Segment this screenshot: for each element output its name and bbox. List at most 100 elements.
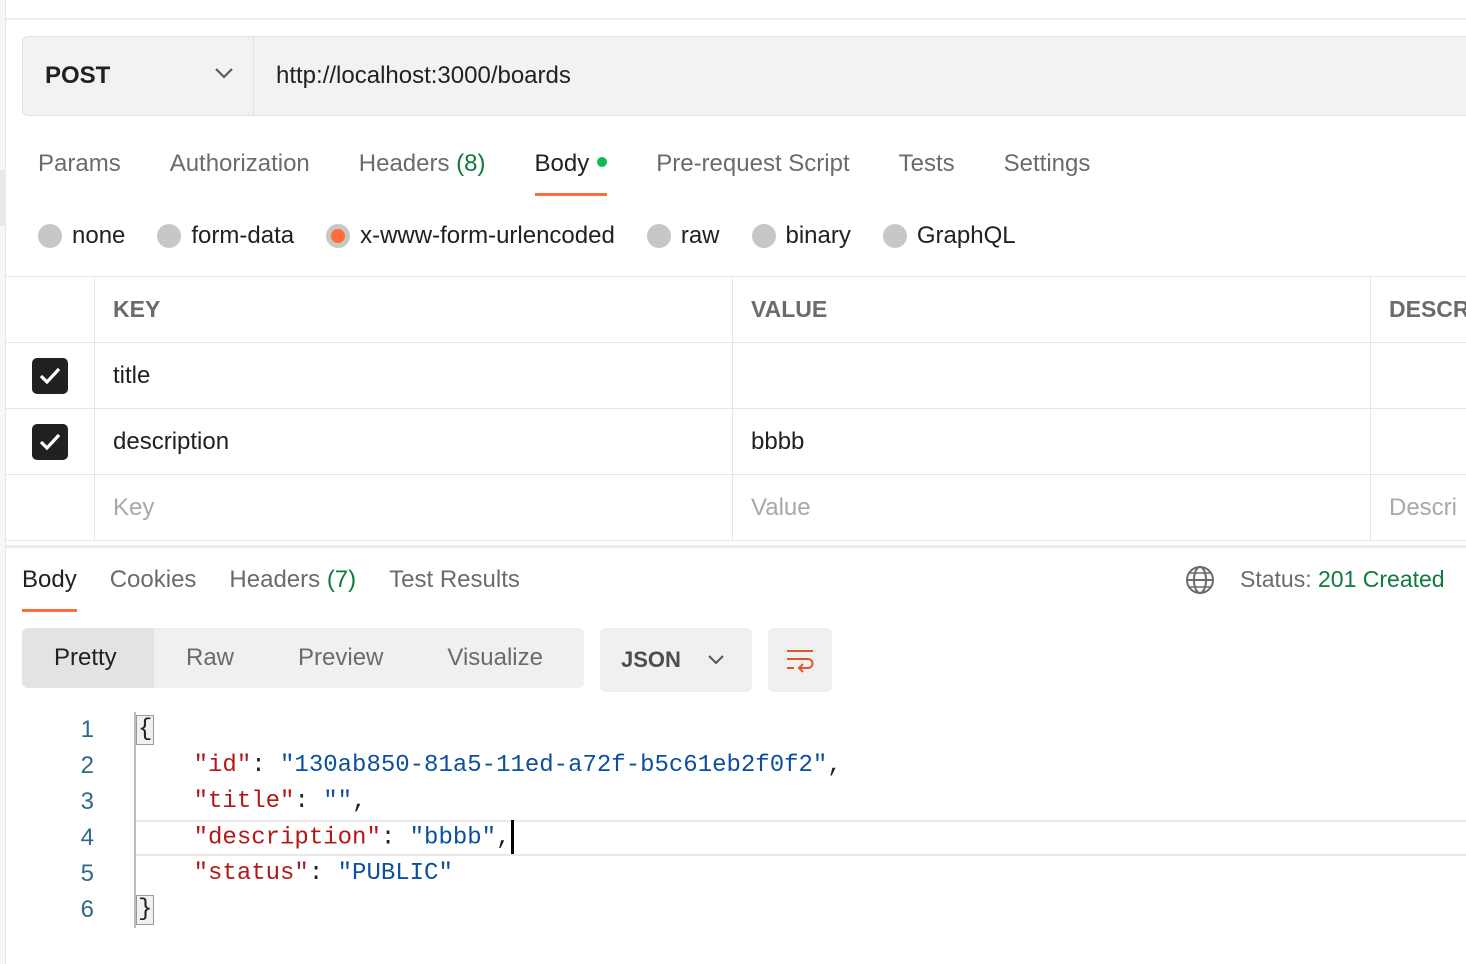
open-brace: { bbox=[136, 715, 155, 745]
response-tab-headers-label: Headers bbox=[229, 566, 321, 593]
value-field[interactable] bbox=[733, 343, 1371, 408]
tab-pre-request-label: Pre-request Script bbox=[656, 150, 850, 177]
radio-graphql[interactable]: GraphQL bbox=[882, 222, 1016, 250]
table-row: description bbbb bbox=[6, 409, 1466, 475]
response-tab-test-results[interactable]: Test Results bbox=[389, 562, 520, 612]
radio-binary[interactable]: binary bbox=[751, 222, 851, 250]
status-value[interactable]: 201 Created bbox=[1318, 566, 1445, 592]
json-key: "id" bbox=[193, 752, 252, 779]
json-value: "PUBLIC" bbox=[337, 860, 453, 887]
description-field[interactable] bbox=[1371, 409, 1466, 474]
row-enabled-checkbox[interactable] bbox=[32, 423, 68, 460]
modified-dot-icon bbox=[597, 157, 608, 167]
radio-label: x-www-form-urlencoded bbox=[360, 222, 615, 249]
tab-headers-label: Headers bbox=[358, 150, 450, 177]
header-description: DESCR bbox=[1389, 296, 1466, 322]
new-key-input[interactable]: Key bbox=[95, 475, 733, 540]
json-key: "description" bbox=[193, 824, 381, 852]
header-check-cell bbox=[6, 277, 95, 342]
response-tab-body-label: Body bbox=[22, 566, 77, 593]
response-headers-count: (7) bbox=[326, 566, 357, 593]
format-select[interactable]: JSON bbox=[600, 628, 752, 692]
pane-divider[interactable] bbox=[6, 545, 1466, 548]
header-value: VALUE bbox=[733, 277, 1371, 342]
tab-body-label: Body bbox=[534, 150, 590, 177]
radio-circle bbox=[157, 224, 182, 248]
method-select[interactable]: POST bbox=[23, 37, 254, 115]
tab-body[interactable]: Body bbox=[534, 146, 608, 196]
wrap-lines-icon bbox=[787, 650, 814, 673]
check-icon bbox=[39, 367, 61, 384]
method-label: POST bbox=[45, 62, 111, 89]
tab-settings[interactable]: Settings bbox=[1004, 146, 1091, 196]
response-status: Status: 201 Created bbox=[1240, 566, 1445, 593]
body-type-radios: none form-data x-www-form-urlencoded raw… bbox=[38, 216, 1048, 256]
code-line: 5 "status": "PUBLIC" bbox=[0, 856, 1466, 892]
json-key: "status" bbox=[193, 860, 309, 887]
response-code-editor[interactable]: 1 { 2 "id": "130ab850-81a5-11ed-a72f-b5c… bbox=[0, 712, 1466, 928]
url-input[interactable]: http://localhost:3000/boards bbox=[254, 37, 571, 115]
response-tab-body[interactable]: Body bbox=[22, 562, 77, 612]
radio-label: binary bbox=[785, 222, 851, 249]
view-raw-button[interactable]: Raw bbox=[154, 628, 266, 688]
radio-label: GraphQL bbox=[916, 222, 1016, 249]
tab-tests-label: Tests bbox=[898, 150, 955, 177]
tab-authorization-label: Authorization bbox=[169, 150, 310, 177]
tab-pre-request-script[interactable]: Pre-request Script bbox=[656, 146, 849, 196]
tab-params[interactable]: Params bbox=[38, 146, 121, 196]
new-value-input[interactable]: Value bbox=[733, 475, 1371, 540]
close-brace: } bbox=[136, 895, 155, 925]
view-visualize-button[interactable]: Visualize bbox=[415, 628, 575, 688]
chevron-down-icon bbox=[215, 68, 233, 79]
code-line-current: 4 "description": "bbbb", bbox=[0, 820, 1466, 856]
description-field[interactable] bbox=[1371, 343, 1466, 408]
chevron-down-icon bbox=[708, 655, 724, 665]
response-tab-test-results-label: Test Results bbox=[389, 566, 520, 593]
row-enabled-checkbox[interactable] bbox=[32, 357, 68, 394]
wrap-lines-button[interactable] bbox=[768, 628, 832, 692]
tab-tests[interactable]: Tests bbox=[899, 146, 955, 196]
table-row: title bbox=[6, 343, 1466, 409]
view-preview-button[interactable]: Preview bbox=[266, 628, 415, 688]
format-label: JSON bbox=[621, 647, 681, 672]
table-row-new: Key Value Descri bbox=[6, 475, 1466, 541]
response-tab-headers[interactable]: Headers (7) bbox=[229, 562, 356, 612]
radio-x-www-form-urlencoded[interactable]: x-www-form-urlencoded bbox=[326, 222, 615, 250]
radio-circle-selected bbox=[326, 224, 351, 248]
line-number: 5 bbox=[80, 860, 94, 887]
radio-circle bbox=[38, 224, 62, 248]
radio-raw[interactable]: raw bbox=[646, 222, 720, 250]
code-line: 3 "title": "", bbox=[0, 784, 1466, 820]
new-description-input[interactable]: Descri bbox=[1371, 475, 1466, 540]
value-field[interactable]: bbbb bbox=[733, 409, 1371, 474]
code-line: 6 } bbox=[0, 892, 1466, 928]
view-mode-segmented: Pretty Raw Preview Visualize bbox=[22, 628, 584, 688]
radio-form-data[interactable]: form-data bbox=[157, 222, 294, 250]
radio-circle bbox=[882, 224, 907, 248]
view-pretty-button[interactable]: Pretty bbox=[22, 628, 154, 688]
response-tab-cookies[interactable]: Cookies bbox=[110, 562, 197, 612]
tab-authorization[interactable]: Authorization bbox=[170, 146, 310, 196]
radio-circle bbox=[646, 224, 671, 248]
json-value: "130ab850-81a5-11ed-a72f-b5c61eb2f0f2" bbox=[280, 752, 828, 779]
radio-label: raw bbox=[680, 222, 720, 249]
response-tab-cookies-label: Cookies bbox=[109, 566, 197, 593]
globe-icon[interactable] bbox=[1184, 564, 1216, 596]
tab-headers[interactable]: Headers (8) bbox=[359, 146, 486, 196]
table-header-row: KEY VALUE DESCR bbox=[6, 277, 1466, 343]
code-line: 2 "id": "130ab850-81a5-11ed-a72f-b5c61eb… bbox=[0, 748, 1466, 784]
radio-circle bbox=[751, 224, 776, 248]
top-border bbox=[0, 18, 1466, 20]
key-field[interactable]: description bbox=[95, 409, 733, 474]
line-number: 2 bbox=[80, 752, 94, 779]
json-key: "title" bbox=[193, 788, 295, 815]
request-tabs: Params Authorization Headers (8) Body Pr… bbox=[38, 146, 1139, 196]
radio-none[interactable]: none bbox=[38, 222, 125, 250]
code-line: 1 { bbox=[0, 712, 1466, 748]
response-tabs: Body Cookies Headers (7) Test Results bbox=[22, 562, 553, 612]
line-number: 6 bbox=[80, 896, 94, 923]
row-check-cell bbox=[6, 343, 95, 408]
key-field[interactable]: title bbox=[95, 343, 733, 408]
radio-label: form-data bbox=[191, 222, 295, 249]
line-number: 4 bbox=[80, 824, 94, 851]
